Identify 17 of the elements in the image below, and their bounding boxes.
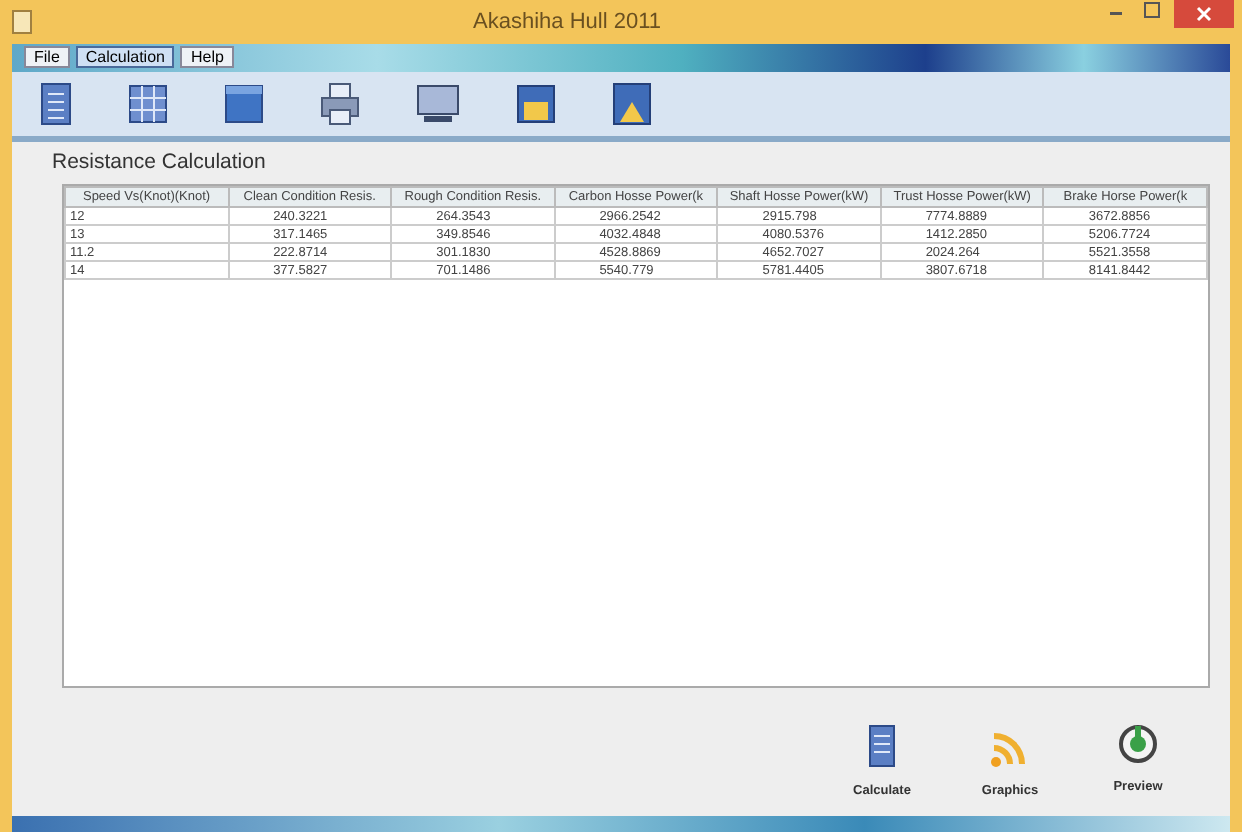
maximize-button[interactable] [1138, 0, 1166, 20]
menu-item[interactable]: Calculation [75, 46, 175, 68]
app-icon [12, 10, 32, 34]
document-icon [868, 724, 896, 768]
preview-icon [1118, 724, 1158, 764]
window-title: Akashiha Hull 2011 [471, 10, 663, 34]
window-icon[interactable] [224, 84, 264, 124]
panel-title: Resistance Calculation [52, 150, 268, 174]
monitor-icon[interactable] [416, 84, 460, 124]
grid-icon[interactable] [128, 84, 168, 124]
printer-icon[interactable] [320, 82, 360, 126]
document-icon[interactable] [40, 82, 72, 126]
menu-item[interactable]: Help [180, 46, 234, 68]
floppy-icon[interactable] [516, 84, 556, 124]
close-button[interactable] [1174, 0, 1234, 28]
menu-item[interactable]: File [24, 46, 70, 68]
chart-icon[interactable] [612, 82, 652, 126]
